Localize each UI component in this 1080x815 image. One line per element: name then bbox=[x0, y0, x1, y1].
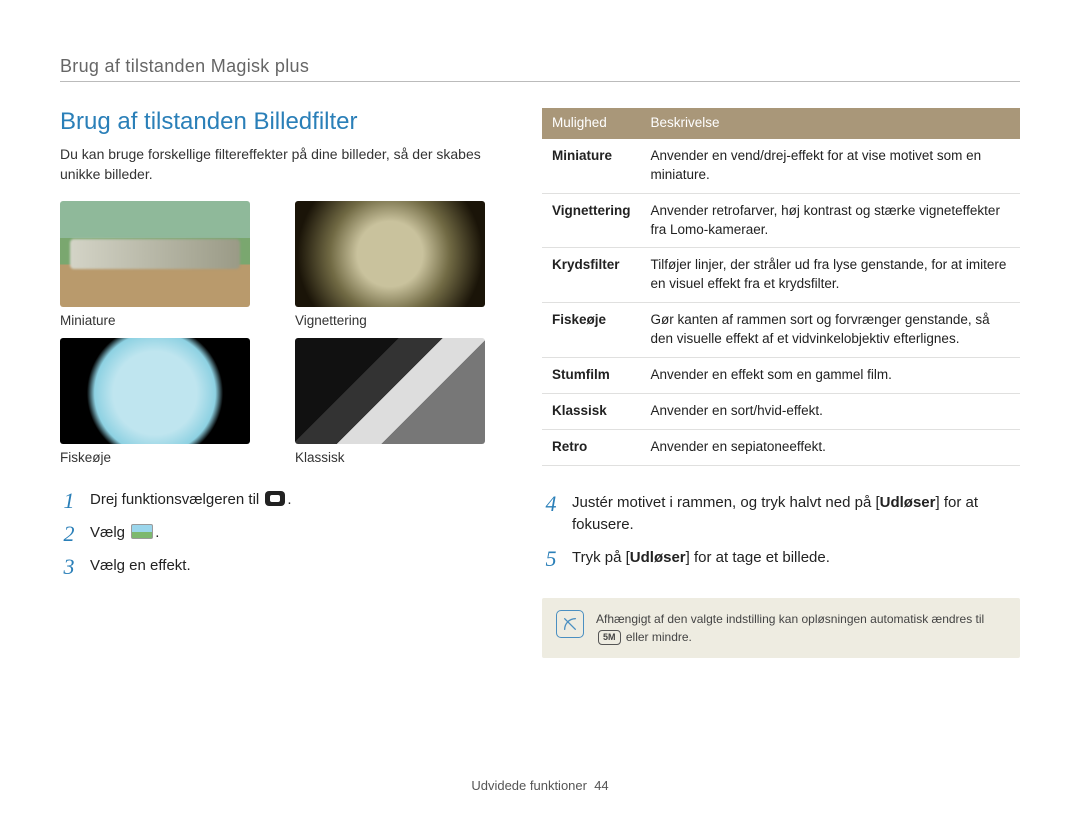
thumb-image-fiskeoje bbox=[60, 338, 250, 444]
note-text: Afhængigt af den valgte indstilling kan … bbox=[596, 610, 1006, 646]
note-text-b: eller mindre. bbox=[623, 630, 692, 644]
cell-desc: Anvender en sort/hvid-effekt. bbox=[641, 393, 1020, 429]
breadcrumb: Brug af tilstanden Magisk plus bbox=[60, 56, 1020, 77]
step-text: Justér motivet i rammen, og tryk halvt n… bbox=[572, 492, 1020, 537]
thumb-label: Klassisk bbox=[295, 450, 485, 465]
thumb-vignettering: Vignettering bbox=[295, 201, 485, 328]
cell-name: Fiskeøje bbox=[542, 303, 641, 358]
intro-text: Du kan bruge forskellige filtereffekter … bbox=[60, 144, 500, 185]
cell-desc: Anvender en vend/drej-effekt for at vise… bbox=[641, 139, 1020, 193]
step-text-a: Drej funktionsvælgeren til bbox=[90, 491, 263, 508]
step-1: 1 Drej funktionsvælgeren til . bbox=[60, 489, 500, 512]
photo-filter-icon bbox=[131, 524, 153, 539]
cell-desc: Anvender retrofarver, høj kontrast og st… bbox=[641, 193, 1020, 248]
footer-label: Udvidede funktioner bbox=[471, 778, 587, 793]
left-column: Brug af tilstanden Billedfilter Du kan b… bbox=[60, 108, 500, 658]
table-row: StumfilmAnvender en effekt som en gammel… bbox=[542, 358, 1020, 394]
table-head-option: Mulighed bbox=[542, 108, 641, 139]
mode-dial-icon bbox=[265, 491, 285, 506]
table-row: KlassiskAnvender en sort/hvid-effekt. bbox=[542, 393, 1020, 429]
cell-desc: Tilføjer linjer, der stråler ud fra lyse… bbox=[641, 248, 1020, 303]
thumb-fiskeoje: Fiskeøje bbox=[60, 338, 250, 465]
table-row: MiniatureAnvender en vend/drej-effekt fo… bbox=[542, 139, 1020, 193]
step-text-a: Vælg bbox=[90, 524, 129, 541]
step-text: Vælg en effekt. bbox=[90, 555, 500, 578]
step-text-a: Tryk på [ bbox=[572, 549, 630, 566]
step-number: 3 bbox=[60, 556, 78, 578]
steps-right: 4 Justér motivet i rammen, og tryk halvt… bbox=[542, 492, 1020, 570]
cell-desc: Anvender en sepiatoneeffekt. bbox=[641, 429, 1020, 465]
step-3: 3 Vælg en effekt. bbox=[60, 555, 500, 578]
step-text-a: Justér motivet i rammen, og tryk halvt n… bbox=[572, 494, 880, 511]
cell-name: Stumfilm bbox=[542, 358, 641, 394]
thumb-image-vignettering bbox=[295, 201, 485, 307]
step-text-bold: Udløser bbox=[630, 549, 686, 566]
table-row: FiskeøjeGør kanten af rammen sort og for… bbox=[542, 303, 1020, 358]
cell-name: Retro bbox=[542, 429, 641, 465]
cell-name: Miniature bbox=[542, 139, 641, 193]
thumb-miniature: Miniature bbox=[60, 201, 250, 328]
table-head-description: Beskrivelse bbox=[641, 108, 1020, 139]
thumb-label: Fiskeøje bbox=[60, 450, 250, 465]
step-text: Tryk på [Udløser] for at tage et billede… bbox=[572, 547, 1020, 570]
thumb-image-klassisk bbox=[295, 338, 485, 444]
info-icon bbox=[556, 610, 584, 638]
cell-desc: Gør kanten af rammen sort og forvrænger … bbox=[641, 303, 1020, 358]
step-number: 2 bbox=[60, 523, 78, 545]
thumb-label: Miniature bbox=[60, 313, 250, 328]
resolution-badge: 5M bbox=[598, 630, 621, 646]
thumb-klassisk: Klassisk bbox=[295, 338, 485, 465]
table-row: KrydsfilterTilføjer linjer, der stråler … bbox=[542, 248, 1020, 303]
thumb-image-miniature bbox=[60, 201, 250, 307]
steps-left: 1 Drej funktionsvælgeren til . 2 Vælg . … bbox=[60, 489, 500, 578]
cell-desc: Anvender en effekt som en gammel film. bbox=[641, 358, 1020, 394]
step-2: 2 Vælg . bbox=[60, 522, 500, 545]
step-5: 5 Tryk på [Udløser] for at tage et bille… bbox=[542, 547, 1020, 570]
step-text: Drej funktionsvælgeren til . bbox=[90, 489, 500, 512]
footer-page: 44 bbox=[594, 778, 608, 793]
step-4: 4 Justér motivet i rammen, og tryk halvt… bbox=[542, 492, 1020, 537]
step-number: 1 bbox=[60, 490, 78, 512]
step-text-b: ] for at tage et billede. bbox=[686, 549, 830, 566]
note-text-a: Afhængigt af den valgte indstilling kan … bbox=[596, 612, 984, 626]
cell-name: Klassisk bbox=[542, 393, 641, 429]
table-row: VignetteringAnvender retrofarver, høj ko… bbox=[542, 193, 1020, 248]
step-number: 5 bbox=[542, 548, 560, 570]
options-table: Mulighed Beskrivelse MiniatureAnvender e… bbox=[542, 108, 1020, 466]
thumb-label: Vignettering bbox=[295, 313, 485, 328]
divider bbox=[60, 81, 1020, 82]
step-text-b: . bbox=[155, 524, 159, 541]
note-box: Afhængigt af den valgte indstilling kan … bbox=[542, 598, 1020, 658]
table-row: RetroAnvender en sepiatoneeffekt. bbox=[542, 429, 1020, 465]
step-text-bold: Udløser bbox=[880, 494, 936, 511]
page-title: Brug af tilstanden Billedfilter bbox=[60, 108, 500, 136]
step-text-b: . bbox=[287, 491, 291, 508]
right-column: Mulighed Beskrivelse MiniatureAnvender e… bbox=[542, 108, 1020, 658]
thumbnail-grid: Miniature Vignettering Fiskeøje Klassisk bbox=[60, 201, 500, 465]
footer: Udvidede funktioner 44 bbox=[0, 778, 1080, 793]
step-number: 4 bbox=[542, 493, 560, 515]
cell-name: Vignettering bbox=[542, 193, 641, 248]
step-text: Vælg . bbox=[90, 522, 500, 545]
cell-name: Krydsfilter bbox=[542, 248, 641, 303]
